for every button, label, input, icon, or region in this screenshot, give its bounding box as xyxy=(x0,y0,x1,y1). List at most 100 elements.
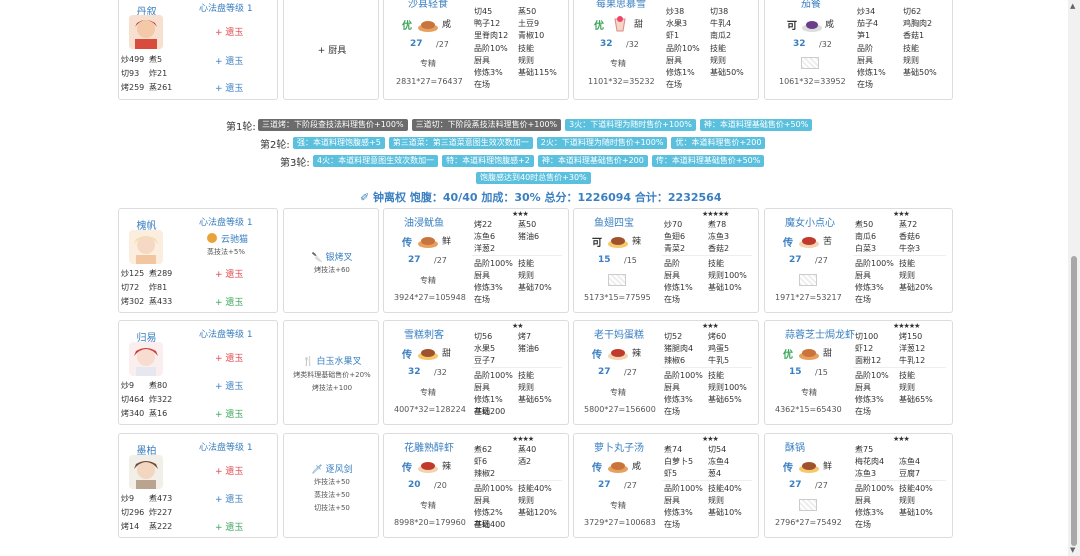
chef-extra[interactable]: 云驰猫 xyxy=(221,232,248,245)
equip-name-row[interactable]: 🍴 白玉水果叉 xyxy=(284,354,380,367)
gem-slot[interactable]: + 遗玉 xyxy=(215,492,243,505)
gem-slot[interactable]: + 遗玉 xyxy=(215,54,243,67)
recipe-card[interactable]: 鱼翅四宝 ★★★★★ 可 辣 15/15 5173*15=77595 炒70 煮78 鱼翅6 冻鱼… xyxy=(573,208,759,313)
recipe-qty[interactable]: 27 xyxy=(789,255,802,265)
bonus: 厨具 xyxy=(666,56,682,65)
recipe-name[interactable]: 萝卜丸子汤 xyxy=(594,439,644,454)
recipe-qty[interactable]: 27 xyxy=(598,480,611,490)
top-chef-card: 丹叙 心法盘等级 1 炒499 煮5 切93 炸21 烤259 蒸261 + 遗… xyxy=(118,0,278,100)
recipe-card[interactable]: 花雕熟醉虾 ★★★★ 传 辣 20/20 专精 8998*20=179960 煮62 蒸40 虾6… xyxy=(383,433,569,538)
recipe-qty[interactable]: 27 xyxy=(408,255,421,265)
ingredient: 冻鱼4 xyxy=(708,457,730,466)
gem-slot[interactable]: + 遗玉 xyxy=(215,379,243,392)
equip-name[interactable]: 银烤叉 xyxy=(326,253,353,263)
recipe-name[interactable]: 油浸鱿鱼 xyxy=(404,214,444,229)
dish-icon xyxy=(607,345,629,361)
dish-icon xyxy=(801,17,823,33)
chef-avatar[interactable] xyxy=(129,230,163,264)
gem-slot[interactable]: + 遗玉 xyxy=(215,295,243,308)
effect-tag: 三道烤：下阶段查技法料理售价+100% xyxy=(258,119,408,131)
stat: 煮473 xyxy=(149,494,173,503)
gem-slot[interactable]: + 遗玉 xyxy=(215,267,243,280)
top-recipe-card[interactable]: 沙县轻食 优 咸 27 /27 专精 2831*27=76437 切45 蒸50… xyxy=(383,0,569,100)
equip-card[interactable]: 🍴 白玉水果叉 烤类料理基础售价+20% 烤技法+100 xyxy=(283,320,379,425)
bonus: 规则 xyxy=(708,496,724,505)
recipe-qty[interactable]: 15 xyxy=(789,367,802,377)
ingredient: 土豆9 xyxy=(518,19,540,28)
recipe-qty[interactable]: 15 xyxy=(598,255,611,265)
gem-slot[interactable]: + 遗玉 xyxy=(215,464,243,477)
gem-slot[interactable]: + 遗玉 xyxy=(215,81,243,94)
recipe-card[interactable]: 老干妈蛋糕 ★★★ 传 辣 27/27 专精 5800*27=156600 切52 烤60 猪腿肉… xyxy=(573,320,759,425)
gem-slot[interactable]: + 遗玉 xyxy=(215,407,243,420)
recipe-flavor: 甜 xyxy=(823,349,833,359)
recipe-grade: 传 xyxy=(402,238,412,249)
gem-slot[interactable]: + 遗玉 xyxy=(215,520,243,533)
recipe-qty[interactable]: 27 xyxy=(789,480,802,490)
recipe-card[interactable]: 油浸鱿鱼 ★★★ 传 鲜 27/27 专精 3924*27=105948 烤22 蒸50 冻鱼6 猪… xyxy=(383,208,569,313)
dish-icon xyxy=(607,233,629,249)
chef-level[interactable]: 心法盘等级 1 xyxy=(199,1,253,14)
recipe-card[interactable]: 萝卜丸子汤 ★★★ 传 咸 27/27 专精 3729*27=100683 煮74 切54 白萝卜… xyxy=(573,433,759,538)
chef-level[interactable]: 心法盘等级 1 xyxy=(199,215,253,228)
ingredient: 南瓜6 xyxy=(855,232,877,241)
chef-avatar[interactable] xyxy=(129,455,163,489)
recipe-card[interactable]: 蒜蓉芝士焗龙虾 ★★★★★ 优 甜 15/15 专精 4362*15=65430 切100 烤1… xyxy=(764,320,953,425)
equip-name-row[interactable]: 🗡 逐风剑 xyxy=(284,462,380,475)
recipe-card[interactable]: 雪糕刺客 ★★ 传 甜 32/32 专精 4007*32=128224 切56 烤7 水果5 猪油6… xyxy=(383,320,569,425)
ingredient: 烤7 xyxy=(518,332,532,341)
recipe-qty[interactable]: 32 xyxy=(600,39,613,49)
equip-card[interactable]: 🔪 银烤叉 烤技法+60 xyxy=(283,208,379,313)
recipe-name[interactable]: 莓果思慕雪 xyxy=(596,0,646,10)
scrollbar-thumb[interactable] xyxy=(1071,256,1077,546)
equip-name[interactable]: 逐风剑 xyxy=(326,465,353,475)
scroll-down-arrow-icon[interactable]: ▼ xyxy=(1070,546,1075,554)
recipe-stars: ★★ xyxy=(512,322,524,330)
recipe-name[interactable]: 老干妈蛋糕 xyxy=(594,326,644,341)
recipe-card[interactable]: 魔女小点心 ★★★ 传 苦 27/27 1971*27=53217 煮50 蒸72 南瓜6 香菇6… xyxy=(764,208,953,313)
bonus: 技能 xyxy=(708,371,724,380)
recipe-name[interactable]: 鱼翅四宝 xyxy=(594,214,634,229)
gem-slot[interactable]: + 遗玉 xyxy=(215,25,243,38)
recipe-name[interactable]: 茄餐 xyxy=(801,0,821,10)
dish-icon xyxy=(798,233,820,249)
recipe-card[interactable]: 酥锅 ★★★ 传 鲜 27/27 2796*27=75492 煮75 梅花肉4 冻鱼4 冻鱼3 豆腐… xyxy=(764,433,953,538)
gem-slot[interactable]: + 遗玉 xyxy=(215,351,243,364)
stat: 炸81 xyxy=(149,283,168,292)
recipe-qty[interactable]: 32 xyxy=(408,367,421,377)
bonus: 品阶10% xyxy=(666,44,700,53)
chef-avatar[interactable] xyxy=(129,342,163,376)
recipe-total: 2796*27=75492 xyxy=(775,518,842,527)
recipe-qty[interactable]: 20 xyxy=(408,480,421,490)
recipe-total: 1061*32=33952 xyxy=(779,77,846,86)
ingredient: 蒸50 xyxy=(518,220,537,229)
recipe-name[interactable]: 酥锅 xyxy=(785,439,805,454)
chef-level[interactable]: 心法盘等级 1 xyxy=(199,440,253,453)
bonus: 品阶100% xyxy=(474,259,513,268)
ingredient: 切54 xyxy=(708,445,727,454)
bonus: 修炼3% xyxy=(855,395,884,404)
recipe-qty[interactable]: 27 xyxy=(598,367,611,377)
chef-level[interactable]: 心法盘等级 1 xyxy=(199,327,253,340)
recipe-name[interactable]: 蒜蓉芝士焗龙虾 xyxy=(785,326,855,341)
chef-avatar[interactable] xyxy=(129,15,163,49)
recipe-grade: 传 xyxy=(592,463,602,474)
recipe-name[interactable]: 雪糕刺客 xyxy=(404,326,444,341)
bonus: 基础50% xyxy=(903,68,937,77)
top-equip-card[interactable]: + 厨具 xyxy=(283,0,379,100)
equip-card[interactable]: 🗡 逐风剑 炸技法+50 蒸技法+50 切技法+50 xyxy=(283,433,379,538)
equip-add[interactable]: + 厨具 xyxy=(284,43,380,56)
recipe-qty[interactable]: 27 xyxy=(410,39,423,49)
top-recipe-card[interactable]: 茄餐 可 咸 32 /32 1061*32=33952 炒34 切62 茄子4 … xyxy=(764,0,953,100)
top-recipe-card[interactable]: 莓果思慕雪 优 甜 32 /32 专精 1101*32=35232 炒38 切3… xyxy=(573,0,759,100)
equip-name[interactable]: 白玉水果叉 xyxy=(317,357,362,367)
ingredient: 牛乳4 xyxy=(710,19,732,28)
scroll-up-arrow-icon[interactable]: ▲ xyxy=(1070,2,1075,10)
recipe-qty[interactable]: 32 xyxy=(793,39,806,49)
bonus: 修炼3% xyxy=(664,508,693,517)
equip-name-row[interactable]: 🔪 银烤叉 xyxy=(284,250,380,263)
recipe-name[interactable]: 花雕熟醉虾 xyxy=(404,439,454,454)
recipe-name[interactable]: 魔女小点心 xyxy=(785,214,835,229)
ingredient: 虾1 xyxy=(666,31,680,40)
recipe-name[interactable]: 沙县轻食 xyxy=(408,0,448,10)
